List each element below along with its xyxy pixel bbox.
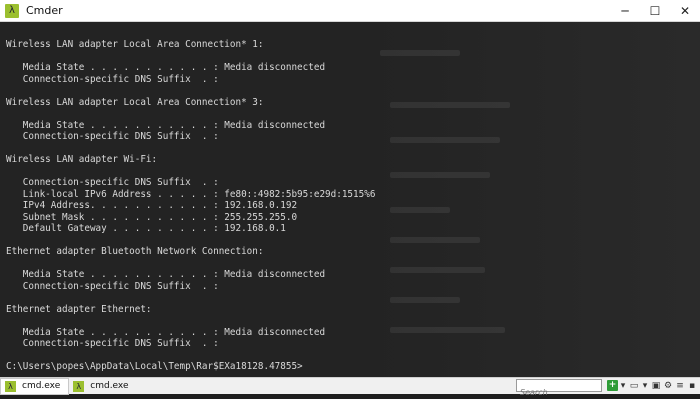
console-line: Connection-specific DNS Suffix . : bbox=[6, 131, 219, 142]
tab-cmd-1[interactable]: λ cmd.exe bbox=[0, 377, 70, 395]
title-bar[interactable]: λ Cmder ─ ☐ ✕ bbox=[0, 0, 700, 22]
background-ghost-window bbox=[370, 22, 700, 377]
console-line: Media State . . . . . . . . . . . : Medi… bbox=[6, 62, 326, 73]
window-title: Cmder bbox=[26, 4, 63, 17]
console-line: Media State . . . . . . . . . . . : Medi… bbox=[6, 269, 326, 280]
menu-icon[interactable]: ≡ bbox=[675, 380, 685, 392]
minimize-button[interactable]: ─ bbox=[610, 0, 640, 21]
cmder-window: λ Cmder ─ ☐ ✕ Wireless LAN adapter Local… bbox=[0, 0, 700, 398]
lambda-icon: λ bbox=[5, 380, 16, 392]
maximize-button[interactable]: ☐ bbox=[640, 0, 670, 21]
console-line: Connection-specific DNS Suffix . : bbox=[6, 280, 219, 292]
status-bar: λ cmd.exe λ cmd.exe + ▾ ▭ ▾ ▣ ⚙ ≡ ▪ bbox=[0, 377, 700, 398]
terminal-area[interactable]: Wireless LAN adapter Local Area Connecti… bbox=[0, 22, 700, 377]
tab-label: cmd.exe bbox=[22, 381, 61, 391]
lock-icon[interactable]: ▪ bbox=[687, 380, 697, 392]
close-button[interactable]: ✕ bbox=[670, 0, 700, 21]
console-line: Media State . . . . . . . . . . . : Medi… bbox=[6, 326, 326, 338]
console-line: Subnet Mask . . . . . . . . . . . : 255.… bbox=[6, 211, 298, 223]
console-line: Connection-specific DNS Suffix . : bbox=[6, 338, 219, 349]
console-line: Wireless LAN adapter Local Area Connecti… bbox=[6, 39, 264, 50]
dropdown-icon[interactable]: ▾ bbox=[619, 380, 627, 392]
console-line: Wireless LAN adapter Local Area Connecti… bbox=[6, 96, 264, 108]
console-line: Ethernet adapter Bluetooth Network Conne… bbox=[6, 246, 264, 257]
window-controls: ─ ☐ ✕ bbox=[610, 0, 700, 21]
console-line: Media State . . . . . . . . . . . : Medi… bbox=[6, 119, 326, 131]
settings-icon[interactable]: ⚙ bbox=[663, 380, 673, 392]
lambda-icon: λ bbox=[5, 3, 19, 18]
dropdown-icon[interactable]: ▾ bbox=[641, 380, 649, 392]
console-line: Ethernet adapter Ethernet: bbox=[6, 303, 152, 315]
console-line: Link-local IPv6 Address . . . . . : fe80… bbox=[6, 188, 376, 200]
console-line: Default Gateway . . . . . . . . . : 192.… bbox=[6, 223, 286, 234]
search-box[interactable] bbox=[516, 379, 602, 398]
monitor-icon[interactable]: ▭ bbox=[629, 380, 639, 392]
console-line: Connection-specific DNS Suffix . : bbox=[6, 73, 219, 85]
image-icon[interactable]: ▣ bbox=[651, 380, 661, 392]
tab-label: cmd.exe bbox=[90, 381, 129, 391]
console-line: Wireless LAN adapter Wi-Fi: bbox=[6, 154, 158, 165]
search-input[interactable] bbox=[517, 387, 601, 398]
plus-icon[interactable]: + bbox=[607, 380, 618, 391]
lambda-icon: λ bbox=[73, 380, 85, 392]
console-line: C:\Users\popes\AppData\Local\Temp\Rar$EX… bbox=[6, 361, 303, 372]
console-line: Connection-specific DNS Suffix . : bbox=[6, 177, 219, 188]
tab-cmd-2[interactable]: λ cmd.exe bbox=[69, 379, 136, 394]
console-output[interactable]: Wireless LAN adapter Local Area Connecti… bbox=[6, 39, 375, 373]
console-line: IPv4 Address. . . . . . . . . . . : 192.… bbox=[6, 200, 298, 211]
